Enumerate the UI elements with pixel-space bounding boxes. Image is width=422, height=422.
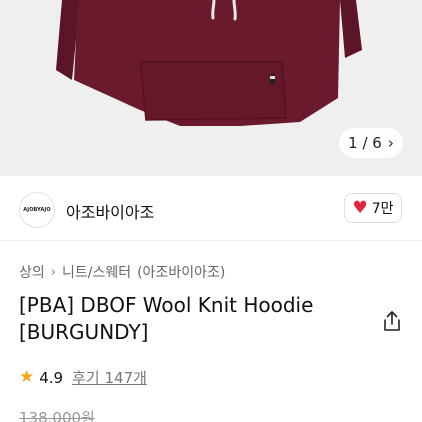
like-count: 7만 xyxy=(371,201,394,217)
image-counter[interactable]: 1 / 6 › xyxy=(339,128,403,158)
original-price: 138,000원 xyxy=(19,409,95,422)
star-icon: ★ xyxy=(19,367,35,387)
product-image-carousel[interactable]: 1 / 6 › xyxy=(0,0,422,176)
heart-icon: ♥ xyxy=(352,197,368,218)
image-counter-label: 1 / 6 xyxy=(348,134,382,152)
divider xyxy=(0,240,422,241)
rating-row: ★ 4.9 후기 147개 xyxy=(19,367,147,388)
like-button[interactable]: ♥ 7만 xyxy=(344,193,402,223)
reviews-link[interactable]: 후기 147개 xyxy=(72,367,147,388)
share-button[interactable] xyxy=(381,310,403,332)
rating-score: 4.9 xyxy=(39,368,64,387)
breadcrumb: 상의 › 니트/스웨터 (아조바이아조) xyxy=(19,262,225,282)
product-title: [PBA] DBOF Wool Knit Hoodie [BURGUNDY] xyxy=(19,293,314,344)
chevron-right-icon: › xyxy=(387,134,394,152)
breadcrumb-brand[interactable]: (아조바이아조) xyxy=(137,262,225,282)
breadcrumb-subcategory[interactable]: 니트/스웨터 xyxy=(62,262,131,282)
brand-logo-text: AJOBYAJO xyxy=(23,207,51,213)
brand-logo[interactable]: AJOBYAJO xyxy=(19,192,55,228)
brand-name[interactable]: 아조바이아조 xyxy=(66,199,154,223)
chevron-right-icon: › xyxy=(50,264,56,280)
share-icon xyxy=(384,311,400,331)
breadcrumb-category[interactable]: 상의 xyxy=(19,262,45,282)
